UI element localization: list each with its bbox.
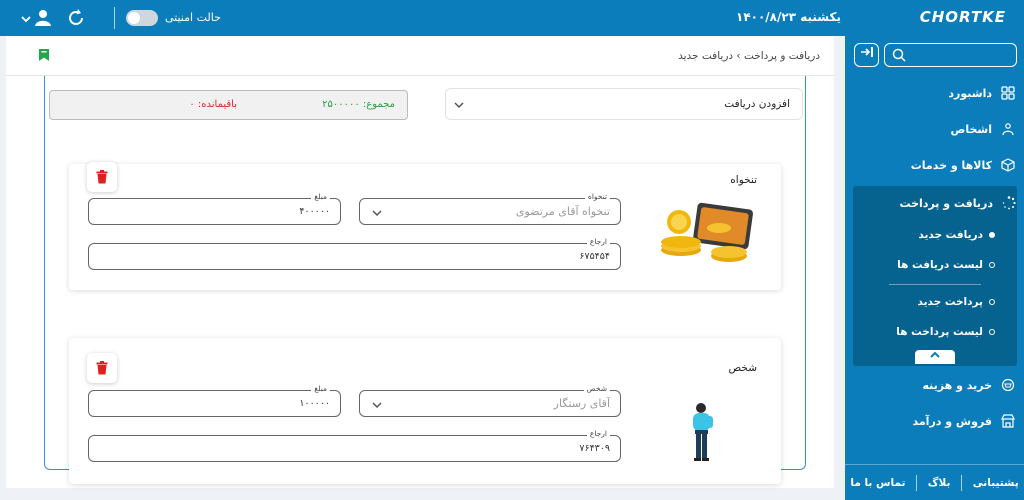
sidebar-item-label: خرید و هزینه	[922, 378, 992, 392]
sidebar-item-people[interactable]: اشخاص	[853, 114, 1016, 144]
box-icon	[1000, 157, 1016, 173]
circle-icon	[989, 329, 995, 335]
sidebar-footer: پشتیبانی بلاگ تماس با ما	[845, 464, 1024, 500]
breadcrumb-bar: دریافت و پرداخت › دریافت جدید	[6, 36, 834, 76]
person-select[interactable]: شخص آقای رستگار	[359, 384, 621, 417]
sidebar-item-dashboard[interactable]: داشبورد	[853, 78, 1016, 108]
store-icon	[1000, 413, 1016, 429]
submenu-collapse-button[interactable]	[915, 350, 955, 364]
toggle-knob	[128, 12, 140, 24]
fund-select-value: تنخواه آقای مرتضوی	[515, 205, 610, 218]
reference-field[interactable]: ارجاع ۷۶۴۳۰۹	[88, 429, 621, 462]
sidebar-subitem-receipt-list[interactable]: لیست دریافت ها	[897, 259, 995, 271]
sidebar-item-label: دریافت و پرداخت	[899, 196, 993, 210]
active-dot-icon	[989, 232, 995, 238]
total-amount: مجموع: ۲۵۰۰۰۰۰	[322, 99, 395, 110]
spinner-icon	[1001, 195, 1017, 211]
sidebar-subitem-payment-list[interactable]: لیست پرداخت ها	[896, 326, 995, 338]
safe-mode-toggle[interactable]	[126, 10, 158, 26]
sidebar-subitem-new-receipt[interactable]: دریافت جدید	[918, 229, 995, 241]
subitem-label: دریافت جدید	[918, 229, 983, 241]
breadcrumb: دریافت و پرداخت › دریافت جدید	[678, 50, 820, 62]
amount-label: مبلغ	[311, 384, 330, 393]
add-receipt-select[interactable]: افزودن دریافت	[445, 88, 803, 120]
chevron-down-icon	[372, 207, 382, 220]
person-select-label: شخص	[583, 384, 610, 393]
sidebar-item-products[interactable]: کالاها و خدمات	[853, 150, 1016, 180]
search-icon	[892, 48, 906, 65]
amount-value: ۱۰۰۰۰۰	[299, 398, 330, 409]
reference-field[interactable]: ارجاع ۶۷۵۴۵۴	[88, 237, 621, 270]
person-illustration	[687, 402, 717, 467]
subitem-label: لیست پرداخت ها	[896, 326, 983, 338]
sidebar: داشبورد اشخاص کالاها و خدمات دریافت و پر…	[845, 36, 1024, 500]
receipt-card: تنخواه تنخواه تنخواه آقای مرتضوی مبلغ ۴۰…	[69, 162, 781, 290]
sidebar-item-label: کالاها و خدمات	[910, 158, 992, 172]
refresh-icon[interactable]	[66, 8, 86, 28]
safe-mode-label: حالت امنیتی	[165, 11, 221, 24]
top-bar: CHORTKE یکشنبه ۱۴۰۰/۸/۲۳ حالت امنیتی	[0, 0, 1024, 36]
delete-card-button[interactable]	[87, 162, 117, 192]
app-logo: CHORTKE	[919, 8, 1006, 26]
contact-link[interactable]: تماس با ما	[850, 477, 905, 489]
chevron-up-icon	[930, 351, 940, 358]
grid-icon	[1000, 85, 1016, 101]
header-divider	[114, 7, 115, 29]
receipt-card: شخص شخص آقای رستگار مبلغ ۱۰۰۰۰۰ ارجاع ۷۶…	[69, 338, 781, 484]
sidebar-submenu-payments: دریافت و پرداخت دریافت جدید لیست دریافت …	[853, 186, 1017, 366]
reference-value: ۷۶۴۳۰۹	[579, 443, 610, 454]
card-title: تنخواه	[730, 174, 757, 186]
user-icon[interactable]	[34, 8, 54, 28]
trash-icon	[96, 170, 108, 184]
subitem-label: پرداخت جدید	[917, 296, 983, 308]
receipt-form: افزودن دریافت مجموع: ۲۵۰۰۰۰۰ باقیمانده: …	[44, 76, 806, 484]
trash-icon	[96, 361, 108, 375]
fund-select[interactable]: تنخواه تنخواه آقای مرتضوی	[359, 192, 621, 225]
chevron-down-icon	[372, 399, 382, 412]
amount-field[interactable]: مبلغ ۴۰۰۰۰۰	[88, 192, 341, 225]
circle-icon	[989, 262, 995, 268]
person-select-value: آقای رستگار	[553, 397, 610, 410]
sidebar-search-input[interactable]	[884, 43, 1017, 67]
sidebar-item-label: فروش و درآمد	[912, 414, 992, 428]
amount-field[interactable]: مبلغ ۱۰۰۰۰۰	[88, 384, 341, 417]
sidebar-item-purchases[interactable]: خرید و هزینه	[853, 370, 1016, 400]
add-receipt-label: افزودن دریافت	[724, 98, 790, 110]
main-content: دریافت و پرداخت › دریافت جدید افزودن دری…	[6, 36, 834, 488]
chevron-down-icon	[454, 99, 464, 112]
people-icon	[1000, 121, 1016, 137]
cart-icon	[1000, 377, 1016, 393]
current-date: یکشنبه ۱۴۰۰/۸/۲۳	[736, 10, 841, 24]
arrow-right-icon	[860, 47, 873, 57]
reference-label: ارجاع	[586, 429, 610, 438]
remaining-amount: باقیمانده: ۰	[189, 99, 237, 110]
blog-link[interactable]: بلاگ	[928, 477, 951, 489]
collapse-sidebar-button[interactable]	[854, 43, 879, 67]
reference-label: ارجاع	[586, 237, 610, 246]
summary-box: مجموع: ۲۵۰۰۰۰۰ باقیمانده: ۰	[49, 90, 408, 120]
sidebar-item-sales[interactable]: فروش و درآمد	[853, 406, 1016, 436]
sidebar-item-label: اشخاص	[950, 122, 992, 136]
sidebar-subitem-new-payment[interactable]: پرداخت جدید	[918, 296, 995, 308]
card-title: شخص	[728, 362, 757, 374]
circle-icon	[989, 299, 995, 305]
support-link[interactable]: پشتیبانی	[973, 477, 1019, 489]
sidebar-item-receive-pay[interactable]: دریافت و پرداخت	[854, 188, 1017, 218]
amount-value: ۴۰۰۰۰۰	[299, 206, 330, 217]
bookmark-icon[interactable]	[38, 48, 50, 65]
coins-wallet-illustration	[659, 200, 759, 273]
fund-select-label: تنخواه	[584, 192, 610, 201]
amount-label: مبلغ	[311, 192, 330, 201]
delete-card-button[interactable]	[87, 353, 117, 383]
sidebar-item-label: داشبورد	[948, 86, 992, 100]
subitem-label: لیست دریافت ها	[897, 259, 983, 271]
footer-divider	[916, 474, 918, 491]
footer-divider	[961, 474, 963, 491]
reference-value: ۶۷۵۴۵۴	[579, 251, 610, 262]
submenu-divider	[889, 284, 981, 285]
